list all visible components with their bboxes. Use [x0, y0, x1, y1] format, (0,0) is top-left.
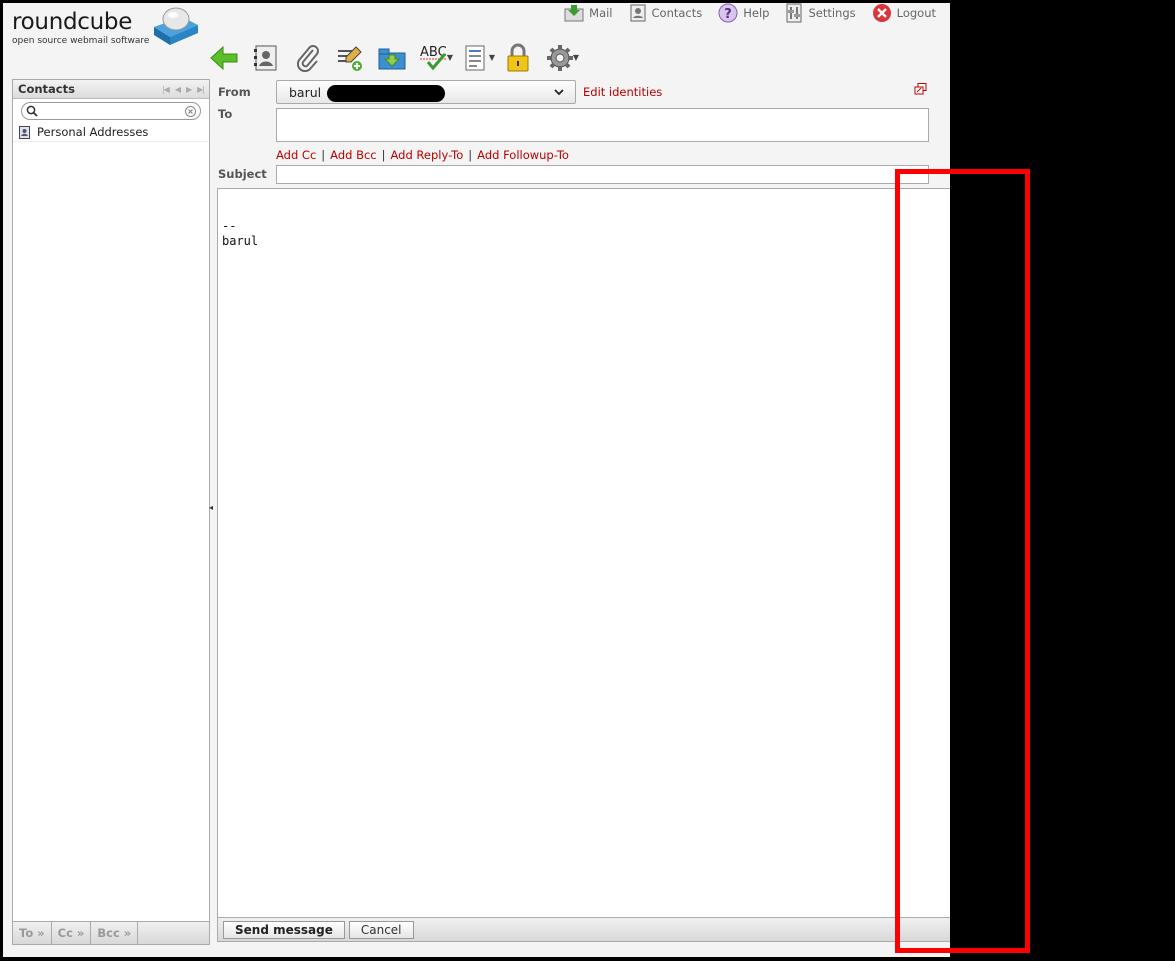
signature-icon	[338, 46, 362, 71]
address-book-small-icon	[19, 125, 30, 139]
cancel-button[interactable]: Cancel	[348, 920, 414, 939]
insert-recipient-bar: To » Cc » Bcc »	[13, 921, 209, 944]
add-reply-to-link[interactable]: Add Reply-To	[391, 148, 464, 162]
svg-text:?: ?	[724, 7, 732, 22]
spellcheck-icon: ABC	[420, 45, 447, 71]
gear-icon	[547, 45, 573, 71]
nav-help[interactable]: ? Help	[718, 3, 769, 23]
search-icon	[26, 105, 38, 117]
logout-icon	[872, 4, 891, 22]
subject-label: Subject	[218, 167, 267, 181]
last-page-icon[interactable]: ▶|	[197, 85, 205, 94]
message-body-editor[interactable]: -- barul	[217, 188, 950, 918]
address-book-icon	[254, 45, 277, 71]
contacts-pager: |◀ ◀ ▶ ▶|	[162, 85, 205, 94]
nav-logout-label: Logout	[896, 6, 936, 20]
editor-type-button[interactable]: ▼	[455, 41, 497, 75]
back-arrow-icon	[210, 45, 238, 71]
add-bcc-link[interactable]: Add Bcc	[330, 148, 376, 162]
open-extwin-icon[interactable]	[914, 83, 927, 95]
clear-search-icon[interactable]	[185, 105, 196, 117]
nav-settings[interactable]: Settings	[785, 3, 856, 23]
nav-mail[interactable]: Mail	[564, 3, 613, 23]
insert-cc-button[interactable]: Cc »	[52, 922, 92, 944]
to-input[interactable]	[276, 108, 929, 142]
edit-identities-link[interactable]: Edit identities	[583, 85, 662, 99]
encryption-button[interactable]	[497, 41, 539, 75]
signature-button[interactable]	[329, 41, 371, 75]
panel-splitter-icon[interactable]: ◂	[209, 503, 213, 512]
add-followup-to-link[interactable]: Add Followup-To	[477, 148, 569, 162]
contacts-title: Contacts	[18, 82, 75, 96]
compose-toolbar: ABC ▼ ▼ ▼	[203, 41, 581, 75]
contacts-panel: Contacts |◀ ◀ ▶ ▶| Personal Addresses To…	[12, 79, 210, 945]
help-icon: ?	[718, 3, 738, 23]
logo-text: roundcube	[12, 9, 133, 35]
nav-mail-label: Mail	[589, 6, 613, 20]
add-header-links: Add Cc | Add Bcc | Add Reply-To | Add Fo…	[276, 148, 569, 162]
nav-settings-label: Settings	[808, 6, 856, 20]
editor-type-dropdown-icon[interactable]: ▼	[489, 53, 495, 62]
compose-action-bar: Send message Cancel	[217, 918, 950, 942]
next-page-icon[interactable]: ▶	[186, 85, 192, 94]
link-separator: |	[381, 148, 386, 162]
to-label: To	[218, 107, 233, 121]
annotation-highlight-box	[895, 169, 1030, 953]
address-source-label: Personal Addresses	[37, 125, 149, 139]
add-cc-link[interactable]: Add Cc	[276, 148, 316, 162]
from-select[interactable]: barul	[276, 80, 576, 104]
roundcube-compose-window: roundcube open source webmail software M…	[3, 3, 950, 957]
from-label: From	[218, 85, 251, 99]
mail-icon	[564, 5, 584, 22]
contacts-header: Contacts |◀ ◀ ▶ ▶|	[13, 80, 209, 99]
nav-contacts-label: Contacts	[651, 6, 703, 20]
address-book-button[interactable]	[245, 41, 287, 75]
subject-input[interactable]	[276, 165, 929, 184]
nav-help-label: Help	[743, 6, 770, 20]
insert-to-button[interactable]: To »	[13, 922, 52, 944]
spellcheck-button[interactable]: ABC ▼	[413, 41, 455, 75]
chevron-down-icon	[554, 89, 564, 96]
previous-page-icon[interactable]: ◀	[175, 85, 181, 94]
logo[interactable]: roundcube open source webmail software	[12, 7, 198, 46]
contacts-icon	[630, 4, 645, 22]
nav-logout[interactable]: Logout	[872, 3, 936, 23]
insert-bcc-button[interactable]: Bcc »	[91, 922, 139, 944]
attach-button[interactable]	[287, 41, 329, 75]
first-page-icon[interactable]: |◀	[162, 85, 170, 94]
options-button[interactable]: ▼	[539, 41, 581, 75]
document-icon	[465, 45, 485, 71]
roundcube-logo-icon	[154, 7, 198, 45]
from-value: barul	[289, 84, 322, 100]
address-source-personal[interactable]: Personal Addresses	[13, 123, 209, 142]
nav-contacts[interactable]: Contacts	[629, 3, 703, 23]
spellcheck-dropdown-icon[interactable]: ▼	[447, 53, 453, 62]
settings-icon	[786, 3, 802, 23]
save-draft-button[interactable]	[371, 41, 413, 75]
top-navigation: Mail Contacts ? Help Settings Logout	[564, 3, 936, 23]
logo-tagline: open source webmail software	[12, 36, 150, 46]
redacted-email	[327, 85, 445, 102]
paperclip-icon	[296, 45, 319, 72]
save-icon	[378, 48, 406, 70]
link-separator: |	[321, 148, 326, 162]
options-dropdown-icon[interactable]: ▼	[573, 53, 579, 62]
back-button[interactable]	[203, 41, 245, 75]
contacts-search-input[interactable]	[21, 102, 201, 120]
link-separator: |	[468, 148, 473, 162]
lock-icon	[507, 43, 529, 72]
send-message-button[interactable]: Send message	[223, 920, 345, 939]
